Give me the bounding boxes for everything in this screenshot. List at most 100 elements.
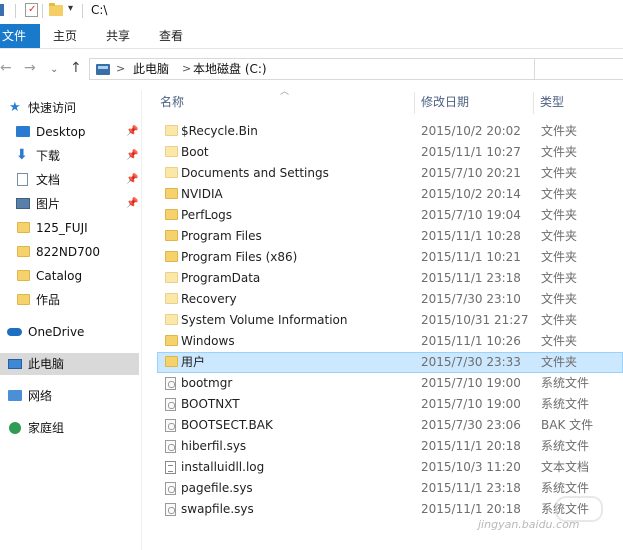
address-bar[interactable]: > 此电脑 > 本地磁盘 (C:) <box>89 58 535 80</box>
nav-item-downloads[interactable]: ⬇ 下载 📌 <box>0 145 139 167</box>
tab-view[interactable]: 查看 <box>159 24 183 48</box>
pin-icon[interactable]: 📌 <box>126 151 138 161</box>
folder-icon <box>17 246 30 257</box>
file-date: 2015/7/10 19:04 <box>421 208 521 222</box>
file-type: 文件夹 <box>541 292 578 306</box>
file-type: 系统文件 <box>541 397 590 411</box>
file-type: 文件夹 <box>541 208 578 222</box>
file-date: 2015/7/10 19:00 <box>421 397 521 411</box>
file-type: 文本文档 <box>541 460 590 474</box>
file-date: 2015/11/1 20:18 <box>421 439 521 453</box>
file-row[interactable]: swapfile.sys 2015/11/1 20:18 系统文件 <box>157 499 623 520</box>
file-row[interactable]: PerfLogs 2015/7/10 19:04 文件夹 <box>157 205 623 226</box>
file-row[interactable]: Boot 2015/11/1 10:27 文件夹 <box>157 142 623 163</box>
file-type: 文件夹 <box>541 313 578 327</box>
system-file-icon <box>165 482 176 495</box>
file-row[interactable]: hiberfil.sys 2015/11/1 20:18 系统文件 <box>157 436 623 457</box>
folder-icon <box>165 230 178 241</box>
column-divider[interactable] <box>414 92 415 114</box>
file-date: 2015/7/30 23:06 <box>421 418 521 432</box>
file-type: 文件夹 <box>541 250 578 264</box>
tab-home[interactable]: 主页 <box>53 24 77 48</box>
customize-toolbar-chevron-icon[interactable]: ▾ <box>68 2 73 16</box>
column-divider[interactable] <box>533 92 534 114</box>
breadcrumb-separator[interactable]: > <box>182 61 191 77</box>
file-date: 2015/11/1 10:28 <box>421 229 521 243</box>
forward-arrow-icon[interactable]: → <box>24 60 36 76</box>
pin-icon[interactable]: 📌 <box>126 127 138 137</box>
nav-item-label: 文档 <box>36 173 61 187</box>
search-box[interactable] <box>535 58 623 80</box>
nav-item-onedrive[interactable]: OneDrive <box>0 321 139 343</box>
window-title: C:\ <box>91 3 108 17</box>
nav-item-folder[interactable]: 822ND700 <box>0 241 139 263</box>
file-row[interactable]: Windows 2015/11/1 10:26 文件夹 <box>157 331 623 352</box>
breadcrumb-separator[interactable]: > <box>116 61 125 77</box>
file-row[interactable]: ProgramData 2015/11/1 23:18 文件夹 <box>157 268 623 289</box>
nav-item-label: 快速访问 <box>28 101 77 115</box>
tab-share[interactable]: 共享 <box>106 24 130 48</box>
recent-locations-chevron-icon[interactable]: ⌄ <box>50 62 58 78</box>
nav-item-folder[interactable]: 作品 <box>0 289 139 311</box>
column-header-type[interactable]: 类型 <box>540 90 564 116</box>
nav-item-desktop[interactable]: Desktop 📌 <box>0 121 139 143</box>
nav-item-documents[interactable]: 文档 📌 <box>0 169 139 191</box>
tab-file[interactable]: 文件 <box>0 24 40 48</box>
text-file-icon <box>165 461 176 474</box>
file-name: NVIDIA <box>181 187 223 201</box>
file-row[interactable]: Recovery 2015/7/30 23:10 文件夹 <box>157 289 623 310</box>
nav-item-label: 125_FUJI <box>36 221 88 235</box>
file-row[interactable]: bootmgr 2015/7/10 19:00 系统文件 <box>157 373 623 394</box>
nav-item-network[interactable]: 网络 <box>0 385 139 407</box>
file-date: 2015/10/2 20:02 <box>421 124 521 138</box>
file-name: Boot <box>181 145 209 159</box>
file-row[interactable]: Program Files 2015/11/1 10:28 文件夹 <box>157 226 623 247</box>
breadcrumb-local-disk[interactable]: 本地磁盘 (C:) <box>193 61 267 77</box>
nav-item-homegroup[interactable]: 家庭组 <box>0 417 139 439</box>
new-folder-icon[interactable] <box>49 3 63 16</box>
nav-item-quick-access[interactable]: ★ 快速访问 <box>0 97 139 119</box>
file-name: $Recycle.Bin <box>181 124 258 138</box>
folder-icon <box>165 125 178 136</box>
file-type: 文件夹 <box>541 334 578 348</box>
file-date: 2015/11/1 20:18 <box>421 502 521 516</box>
file-date: 2015/11/1 10:21 <box>421 250 521 264</box>
nav-item-this-pc[interactable]: 此电脑 <box>0 353 139 375</box>
file-row[interactable]: $Recycle.Bin 2015/10/2 20:02 文件夹 <box>157 121 623 142</box>
file-row[interactable]: Program Files (x86) 2015/11/1 10:21 文件夹 <box>157 247 623 268</box>
file-row-selected[interactable]: 用户 2015/7/30 23:33 文件夹 <box>157 352 623 373</box>
breadcrumb-this-pc[interactable]: 此电脑 <box>133 61 169 77</box>
homegroup-icon <box>9 422 21 434</box>
nav-item-folder[interactable]: 125_FUJI <box>0 217 139 239</box>
ribbon-tabs: 文件 主页 共享 查看 <box>0 22 623 49</box>
up-arrow-icon[interactable]: ↑ <box>70 60 82 76</box>
file-row[interactable]: pagefile.sys 2015/11/1 23:18 系统文件 <box>157 478 623 499</box>
file-row[interactable]: installuidll.log 2015/10/3 11:20 文本文档 <box>157 457 623 478</box>
file-date: 2015/11/1 23:18 <box>421 481 521 495</box>
nav-item-folder[interactable]: Catalog <box>0 265 139 287</box>
folder-icon <box>17 222 30 233</box>
column-header-name[interactable]: 名称 <box>160 90 184 116</box>
folder-icon <box>165 251 178 262</box>
pin-icon[interactable]: 📌 <box>126 175 138 185</box>
file-type: 文件夹 <box>541 229 578 243</box>
file-date: 2015/10/3 11:20 <box>421 460 521 474</box>
file-type: 文件夹 <box>541 355 578 369</box>
file-row[interactable]: BOOTNXT 2015/7/10 19:00 系统文件 <box>157 394 623 415</box>
column-header-date[interactable]: 修改日期 <box>421 90 469 116</box>
file-date: 2015/10/31 21:27 <box>421 313 529 327</box>
file-row[interactable]: Documents and Settings 2015/7/10 20:21 文… <box>157 163 623 184</box>
file-type: 系统文件 <box>541 439 590 453</box>
back-arrow-icon[interactable]: ← <box>0 60 12 76</box>
file-row[interactable]: NVIDIA 2015/10/2 20:14 文件夹 <box>157 184 623 205</box>
pin-icon[interactable]: 📌 <box>126 199 138 209</box>
folder-icon <box>17 270 30 281</box>
file-row[interactable]: System Volume Information 2015/10/31 21:… <box>157 310 623 331</box>
document-icon <box>17 173 28 186</box>
properties-icon[interactable]: ✓ <box>25 3 38 17</box>
file-row[interactable]: BOOTSECT.BAK 2015/7/30 23:06 BAK 文件 <box>157 415 623 436</box>
file-name: pagefile.sys <box>181 481 253 495</box>
nav-item-pictures[interactable]: 图片 📌 <box>0 193 139 215</box>
file-name: hiberfil.sys <box>181 439 247 453</box>
file-type: 系统文件 <box>541 376 590 390</box>
